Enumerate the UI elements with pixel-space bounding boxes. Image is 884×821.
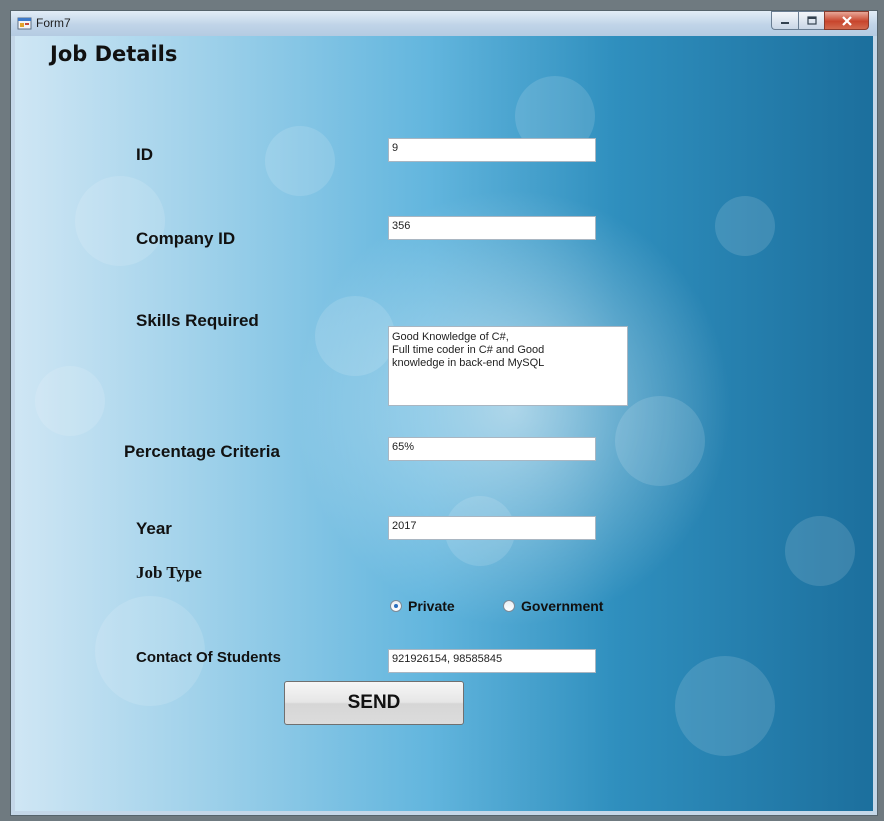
maximize-button[interactable] — [798, 11, 824, 30]
percentage-criteria-field[interactable]: 65% — [388, 437, 596, 461]
year-label: Year — [136, 519, 172, 538]
title-bar[interactable]: Form7 — [11, 11, 877, 36]
contact-of-students-field[interactable]: 921926154, 98585845 — [388, 649, 596, 673]
bokeh-decoration — [615, 396, 705, 486]
radio-private-label: Private — [408, 598, 455, 614]
radio-private-button[interactable] — [390, 600, 402, 612]
maximize-icon — [806, 16, 817, 25]
window-title: Form7 — [36, 16, 71, 30]
bokeh-decoration — [265, 126, 335, 196]
radio-government-button[interactable] — [503, 600, 515, 612]
company-id-label: Company ID — [136, 229, 236, 248]
bokeh-decoration — [785, 516, 855, 586]
skills-required-field[interactable]: Good Knowledge of C#, Full time coder in… — [388, 326, 628, 406]
percentage-criteria-label: Percentage Criteria — [124, 442, 280, 461]
app-icon — [17, 17, 32, 30]
minimize-icon — [781, 21, 789, 24]
bokeh-decoration — [315, 296, 395, 376]
minimize-button[interactable] — [771, 11, 798, 30]
bokeh-decoration — [35, 366, 105, 436]
window-controls — [771, 11, 869, 31]
close-button[interactable] — [824, 11, 869, 30]
contact-of-students-label: Contact Of Students — [136, 649, 281, 666]
job-type-label: Job Type — [136, 563, 202, 582]
page-title: Job Details — [50, 42, 178, 66]
send-button[interactable]: SEND — [284, 681, 464, 725]
radio-government[interactable]: Government — [503, 598, 603, 614]
bokeh-decoration — [715, 196, 775, 256]
id-field[interactable]: 9 — [388, 138, 596, 162]
radio-private[interactable]: Private — [390, 598, 455, 614]
id-label: ID — [136, 145, 153, 164]
radio-government-label: Government — [521, 598, 604, 614]
bokeh-decoration — [75, 176, 165, 266]
close-icon — [841, 15, 852, 26]
skills-required-label: Skills Required — [136, 311, 259, 330]
bokeh-decoration — [675, 656, 775, 756]
company-id-field[interactable]: 356 — [388, 216, 596, 240]
year-field[interactable]: 2017 — [388, 516, 596, 540]
